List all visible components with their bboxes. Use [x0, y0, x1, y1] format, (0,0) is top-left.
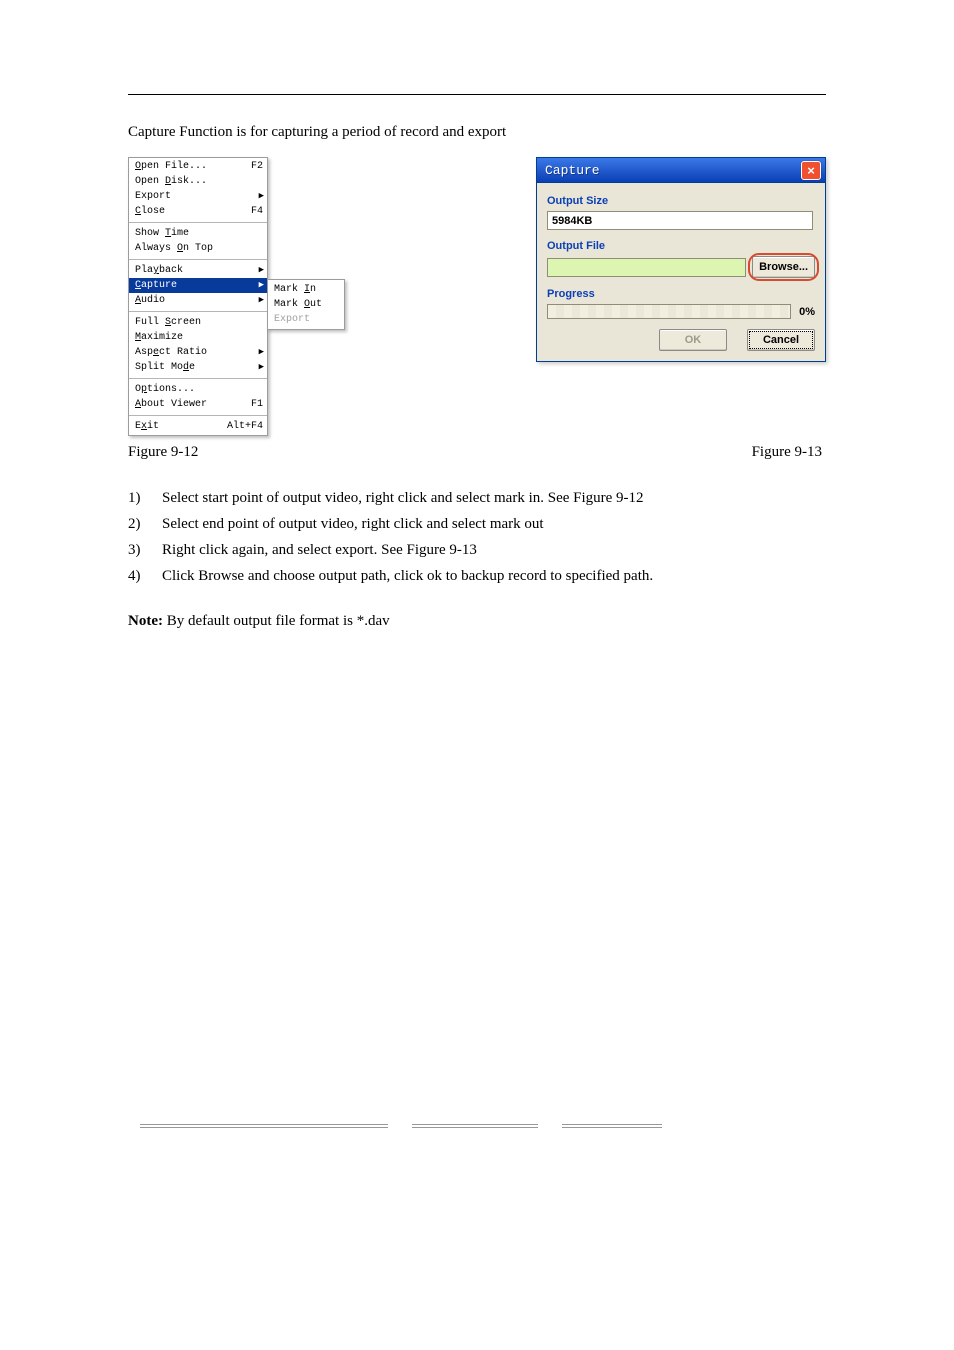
menu-split-mode-label: Split Mode — [135, 362, 263, 373]
menu-playback[interactable]: Playback ▶ — [129, 263, 267, 278]
dialog-title: Capture — [545, 163, 801, 178]
menu-split-mode[interactable]: Split Mode ▶ — [129, 360, 267, 375]
output-file-label: Output File — [547, 240, 815, 252]
menu-aspect-ratio[interactable]: Aspect Ratio ▶ — [129, 345, 267, 360]
note: Note: By default output file format is *… — [128, 611, 826, 632]
note-text: By default output file format is *.dav — [167, 613, 390, 629]
intro-text: Capture Function is for capturing a peri… — [128, 122, 826, 143]
menu-full-screen[interactable]: Full Screen — [129, 315, 267, 330]
menu-separator — [129, 222, 267, 223]
menu-export[interactable]: Export ▶ — [129, 189, 267, 204]
browse-button[interactable]: Browse... — [752, 256, 815, 278]
menu-show-time-label: Show Time — [135, 228, 263, 239]
caption-right: Figure 9-13 — [398, 442, 826, 463]
close-icon: × — [807, 163, 815, 178]
step-2-text: Select end point of output video, right … — [162, 516, 544, 532]
output-size-label: Output Size — [547, 195, 815, 207]
menu-exit-accel: Alt+F4 — [223, 421, 263, 432]
close-button[interactable]: × — [801, 161, 821, 180]
menu-about-label: About Viewer — [135, 399, 247, 410]
menu-about[interactable]: About Viewer F1 — [129, 397, 267, 412]
menu-show-time[interactable]: Show Time — [129, 226, 267, 241]
footer-rule-3 — [562, 1124, 662, 1128]
output-file-input[interactable] — [547, 258, 746, 277]
footer-rule-1 — [140, 1124, 388, 1128]
dialog-titlebar: Capture × — [537, 158, 825, 183]
menu-exit-label: Exit — [135, 421, 223, 432]
submenu-export: Export — [268, 312, 344, 327]
step-4-text: Click Browse and choose output path, cli… — [162, 568, 653, 584]
menu-audio-label: Audio — [135, 295, 263, 306]
chevron-right-icon: ▶ — [259, 266, 264, 275]
menu-capture[interactable]: Capture ▶ — [129, 278, 267, 293]
menu-always-on-top-label: Always On Top — [135, 243, 263, 254]
chevron-right-icon: ▶ — [259, 348, 264, 357]
chevron-right-icon: ▶ — [259, 363, 264, 372]
context-menu: Open File... F2 Open Disk... Export ▶ — [128, 157, 268, 436]
menu-capture-label: Capture — [135, 280, 263, 291]
submenu-export-label: Export — [274, 314, 310, 325]
menu-playback-label: Playback — [135, 265, 263, 276]
cancel-button[interactable]: Cancel — [747, 329, 815, 351]
figure-row: Open File... F2 Open Disk... Export ▶ — [128, 157, 826, 436]
step-3: 3)Right click again, and select export. … — [128, 539, 826, 561]
step-1: 1)Select start point of output video, ri… — [128, 487, 826, 509]
step-4: 4)Click Browse and choose output path, c… — [128, 565, 826, 587]
figure-captions: Figure 9-12 Figure 9-13 — [128, 442, 826, 463]
menu-close-label: Close — [135, 206, 247, 217]
menu-about-accel: F1 — [247, 399, 263, 410]
output-size-input[interactable] — [547, 211, 813, 230]
note-label: Note: — [128, 613, 163, 629]
steps-block: 1)Select start point of output video, ri… — [128, 487, 826, 587]
menu-open-file-label: Open File... — [135, 161, 247, 172]
chevron-right-icon: ▶ — [259, 192, 264, 201]
menu-options-label: Options... — [135, 384, 263, 395]
progress-label: Progress — [547, 288, 815, 300]
step-1-text: Select start point of output video, righ… — [162, 490, 644, 506]
submenu-mark-out-label: Mark Out — [274, 299, 322, 310]
menu-aspect-ratio-label: Aspect Ratio — [135, 347, 263, 358]
menu-maximize-label: Maximize — [135, 332, 263, 343]
menu-separator — [129, 311, 267, 312]
caption-left: Figure 9-12 — [128, 442, 398, 463]
step-2: 2)Select end point of output video, righ… — [128, 513, 826, 535]
menu-open-file-accel: F2 — [247, 161, 263, 172]
menu-open-disk[interactable]: Open Disk... — [129, 174, 267, 189]
menu-always-on-top[interactable]: Always On Top — [129, 241, 267, 256]
dialog-body: Output Size Output File Browse... Progre… — [537, 183, 825, 361]
menu-exit[interactable]: Exit Alt+F4 — [129, 419, 267, 434]
menu-open-file[interactable]: Open File... F2 — [129, 159, 267, 174]
submenu-mark-out[interactable]: Mark Out — [268, 297, 344, 312]
menu-maximize[interactable]: Maximize — [129, 330, 267, 345]
chevron-right-icon: ▶ — [259, 296, 264, 305]
capture-submenu: Mark In Mark Out Export — [267, 279, 345, 330]
progress-bar — [547, 304, 791, 319]
content: Capture Function is for capturing a peri… — [128, 122, 826, 646]
menu-separator — [129, 378, 267, 379]
submenu-mark-in[interactable]: Mark In — [268, 282, 344, 297]
menu-options[interactable]: Options... — [129, 382, 267, 397]
capture-dialog: Capture × Output Size Output File Browse… — [536, 157, 826, 362]
ok-button: OK — [659, 329, 727, 351]
menu-export-label: Export — [135, 191, 263, 202]
progress-value: 0% — [799, 306, 815, 318]
menu-open-disk-label: Open Disk... — [135, 176, 263, 187]
page: { "doc": { "header_title": "6216 HD-SDI … — [0, 0, 954, 1350]
header-rule — [128, 94, 826, 95]
menu-close-accel: F4 — [247, 206, 263, 217]
menu-close[interactable]: Close F4 — [129, 204, 267, 219]
context-menu-wrap: Open File... F2 Open Disk... Export ▶ — [128, 157, 398, 436]
menu-separator — [129, 259, 267, 260]
menu-full-screen-label: Full Screen — [135, 317, 263, 328]
figure-left: Open File... F2 Open Disk... Export ▶ — [128, 157, 398, 436]
footer-rule-2 — [412, 1124, 538, 1128]
figure-right: Capture × Output Size Output File Browse… — [398, 157, 826, 362]
menu-audio[interactable]: Audio ▶ — [129, 293, 267, 308]
browse-highlight: Browse... — [752, 256, 815, 278]
submenu-mark-in-label: Mark In — [274, 284, 316, 295]
chevron-right-icon: ▶ — [259, 281, 264, 290]
menu-separator — [129, 415, 267, 416]
step-3-text: Right click again, and select export. Se… — [162, 542, 477, 558]
